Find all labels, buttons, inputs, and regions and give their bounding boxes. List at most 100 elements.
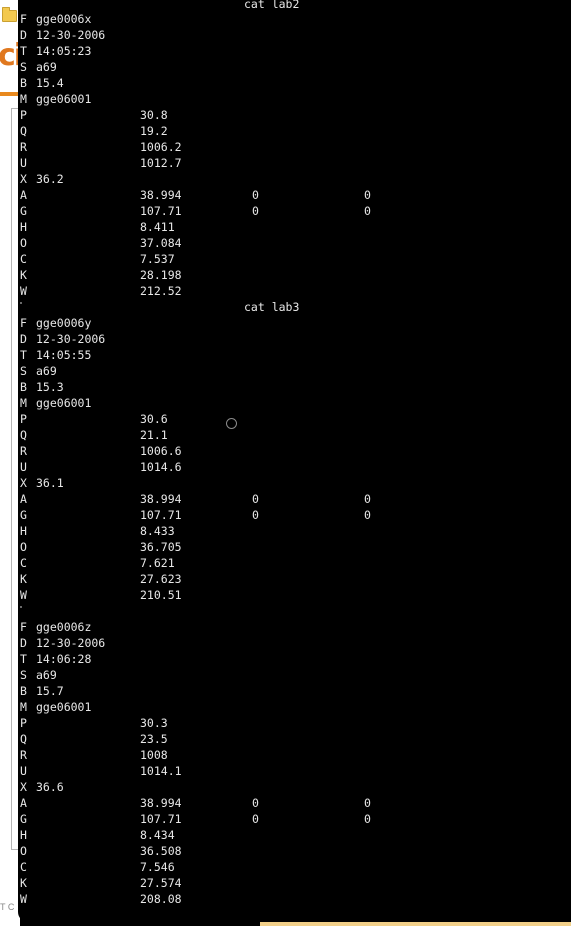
- field-value: 12-30-2006: [36, 636, 106, 650]
- field-key: C: [20, 556, 27, 570]
- field-value: 7.621: [140, 556, 175, 570]
- record-line: Fgge0006y: [18, 315, 571, 331]
- record-line: K 28.198: [18, 267, 571, 283]
- record-line: Fgge0006x: [18, 11, 571, 27]
- background-footer-text: T C: [0, 902, 15, 912]
- field-key: T: [20, 348, 27, 362]
- field-value: 107.71: [140, 508, 182, 522]
- field-value: gge06001: [36, 700, 92, 714]
- field-value: 0: [252, 796, 259, 810]
- field-key: Q: [20, 732, 27, 746]
- field-key: U: [20, 764, 27, 778]
- background-panel-border: [11, 108, 18, 850]
- field-value: 15.3: [36, 380, 64, 394]
- field-key: F: [20, 12, 27, 26]
- field-key: B: [20, 380, 27, 394]
- background-window[interactable]: ci T C: [0, 0, 20, 926]
- field-key: F: [20, 620, 27, 634]
- field-key: X: [20, 780, 27, 794]
- record-line: R 1008: [18, 747, 571, 763]
- record-block: Fgge0006y D 12-30-2006 T 14:05:55 Sa69 B 15…: [18, 315, 571, 603]
- busy-cursor-icon: [226, 418, 237, 429]
- record-line: K 27.623: [18, 571, 571, 587]
- field-value: 1008: [140, 748, 168, 762]
- record-line: Q 19.2: [18, 123, 571, 139]
- field-key: R: [20, 444, 27, 458]
- record-line: O 36.705: [18, 539, 571, 555]
- field-key: C: [20, 860, 27, 874]
- field-value: 210.51: [140, 588, 182, 602]
- field-key: W: [20, 892, 27, 906]
- field-key: W: [20, 588, 27, 602]
- record-line: C 7.546: [18, 859, 571, 875]
- field-value: 12-30-2006: [36, 332, 106, 346]
- field-key: D: [20, 28, 27, 42]
- field-value: 212.52: [140, 284, 182, 298]
- field-key: H: [20, 220, 27, 234]
- field-key: O: [20, 844, 27, 858]
- field-value: gge0006z: [36, 620, 92, 634]
- record-line: H 8.411: [18, 219, 571, 235]
- record-line: Mgge06001: [18, 91, 571, 107]
- record-line: Sa69: [18, 667, 571, 683]
- field-value: gge06001: [36, 92, 92, 106]
- field-value: 8.411: [140, 220, 175, 234]
- record-line: G 107.71 0 0: [18, 811, 571, 827]
- field-value: 36.1: [36, 476, 64, 490]
- field-value: 30.3: [140, 716, 168, 730]
- record-line: A 38.994 0 0: [18, 187, 571, 203]
- field-value: gge0006x: [36, 12, 92, 26]
- record-line: R 1006.6: [18, 443, 571, 459]
- record-line: R 1006.2: [18, 139, 571, 155]
- record-line: O 36.508: [18, 843, 571, 859]
- record-line: T 14:05:55: [18, 347, 571, 363]
- record-line: X 36.1: [18, 475, 571, 491]
- field-value: 27.574: [140, 876, 182, 890]
- field-value: 7.546: [140, 860, 175, 874]
- field-value: 36.705: [140, 540, 182, 554]
- field-value: 21.1: [140, 428, 168, 442]
- record-block: Fgge0006x D 12-30-2006 T 14:05:23 Sa69 B 15…: [18, 11, 571, 299]
- record-line: Sa69: [18, 59, 571, 75]
- field-value: 0: [364, 492, 371, 506]
- field-value: 28.198: [140, 268, 182, 282]
- field-value: 1014.1: [140, 764, 182, 778]
- field-value: 0: [364, 188, 371, 202]
- field-key: P: [20, 108, 27, 122]
- field-value: 36.2: [36, 172, 64, 186]
- field-key: Q: [20, 124, 27, 138]
- field-key: H: [20, 828, 27, 842]
- record-line: G 107.71 0 0: [18, 203, 571, 219]
- screen: ci T C cat lab2 Fgge0006x D 12-30-2006 T1…: [0, 0, 571, 926]
- record-line: B 15.7: [18, 683, 571, 699]
- field-key: C: [20, 252, 27, 266]
- record-line: Q 21.1: [18, 427, 571, 443]
- field-key: P: [20, 412, 27, 426]
- record-block: Fgge0006z D 12-30-2006 T 14:06:28 Sa69 B 15…: [18, 619, 571, 907]
- field-value: 0: [364, 204, 371, 218]
- record-line: T 14:05:23: [18, 43, 571, 59]
- field-key: G: [20, 508, 27, 522]
- field-value: 0: [252, 204, 259, 218]
- record-line: U 1014.1: [18, 763, 571, 779]
- field-key: S: [20, 364, 27, 378]
- terminal-output[interactable]: cat lab2 Fgge0006x D 12-30-2006 T 14:05:23…: [18, 0, 571, 922]
- record-line: G 107.71 0 0: [18, 507, 571, 523]
- field-value: 0: [252, 812, 259, 826]
- field-value: 1014.6: [140, 460, 182, 474]
- record-line: B 15.3: [18, 379, 571, 395]
- field-value: 14:05:55: [36, 348, 92, 362]
- record-line: D 12-30-2006: [18, 331, 571, 347]
- field-value: a69: [36, 60, 57, 74]
- field-key: U: [20, 156, 27, 170]
- field-value: 0: [364, 812, 371, 826]
- record-line: D 12-30-2006: [18, 635, 571, 651]
- field-value: 8.434: [140, 828, 175, 842]
- record-line: C 7.621: [18, 555, 571, 571]
- field-key: X: [20, 172, 27, 186]
- field-key: G: [20, 204, 27, 218]
- field-key: K: [20, 268, 27, 282]
- field-key: D: [20, 332, 27, 346]
- field-value: 38.994: [140, 492, 182, 506]
- folder-icon[interactable]: [2, 7, 17, 22]
